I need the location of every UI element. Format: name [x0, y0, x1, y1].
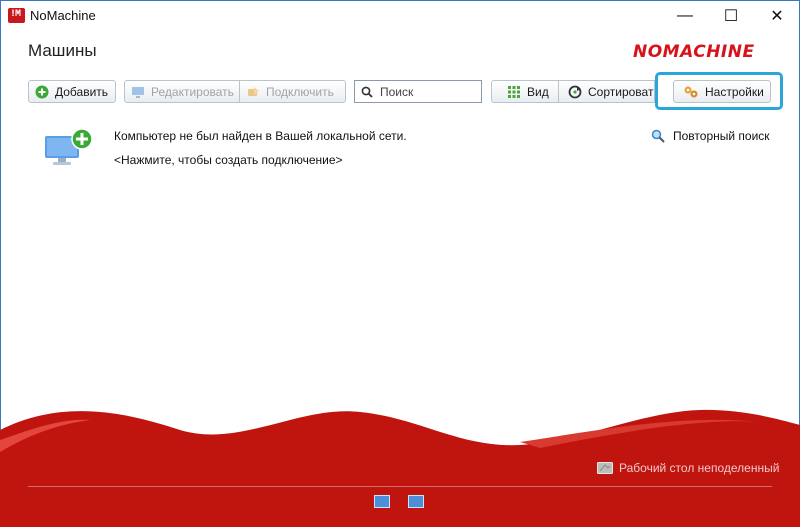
add-button[interactable]: Добавить	[28, 80, 116, 103]
view-button[interactable]: Вид	[491, 80, 559, 103]
add-icon	[35, 85, 49, 98]
connect-icon	[248, 86, 259, 96]
edit-button[interactable]: Редактировать	[124, 80, 240, 103]
sort-button[interactable]: Сортироват	[559, 80, 655, 103]
desktop-sharing-status[interactable]: Рабочий стол неподеленный	[597, 461, 779, 475]
nomachine-logo: NOMACHINE	[633, 42, 755, 62]
window-title: NoMachine	[30, 8, 96, 23]
minimize-button[interactable]: —	[662, 0, 708, 32]
search-icon	[361, 86, 373, 98]
create-connection-link[interactable]: <Нажмите, чтобы создать подключение>	[114, 153, 343, 167]
desktop-status-label: Рабочий стол неподеленный	[619, 461, 780, 475]
close-button[interactable]: ✕	[754, 0, 800, 32]
not-found-message: Компьютер не был найден в Вашей локально…	[114, 129, 407, 143]
search-field[interactable]	[354, 80, 482, 103]
sort-button-label: Сортироват	[588, 84, 654, 99]
window-mode-icon[interactable]	[408, 495, 424, 508]
rescan-label: Повторный поиск	[673, 129, 770, 143]
connect-button-label: Подключить	[266, 84, 334, 99]
connect-button[interactable]: Подключить	[240, 80, 346, 103]
maximize-button[interactable]: ☐	[708, 0, 754, 32]
edit-button-label: Редактировать	[151, 84, 234, 99]
grid-view-icon	[508, 85, 520, 98]
view-button-label: Вид	[527, 84, 549, 99]
nomachine-app-icon: !M	[8, 8, 25, 23]
settings-highlight-frame	[655, 72, 783, 110]
rescan-button[interactable]: Повторный поиск	[651, 129, 770, 143]
add-computer-icon[interactable]	[44, 128, 94, 166]
footer-divider	[28, 486, 772, 487]
sort-icon	[568, 85, 582, 98]
search-input[interactable]	[380, 84, 475, 99]
desktop-status-icon	[597, 462, 613, 474]
title-bar[interactable]: !M NoMachine — ☐ ✕	[0, 0, 800, 32]
magnifier-icon	[651, 129, 665, 143]
add-button-label: Добавить	[55, 84, 109, 99]
fit-screen-icon[interactable]	[374, 495, 390, 508]
page-title: Машины	[28, 41, 97, 60]
monitor-edit-icon	[132, 86, 144, 98]
